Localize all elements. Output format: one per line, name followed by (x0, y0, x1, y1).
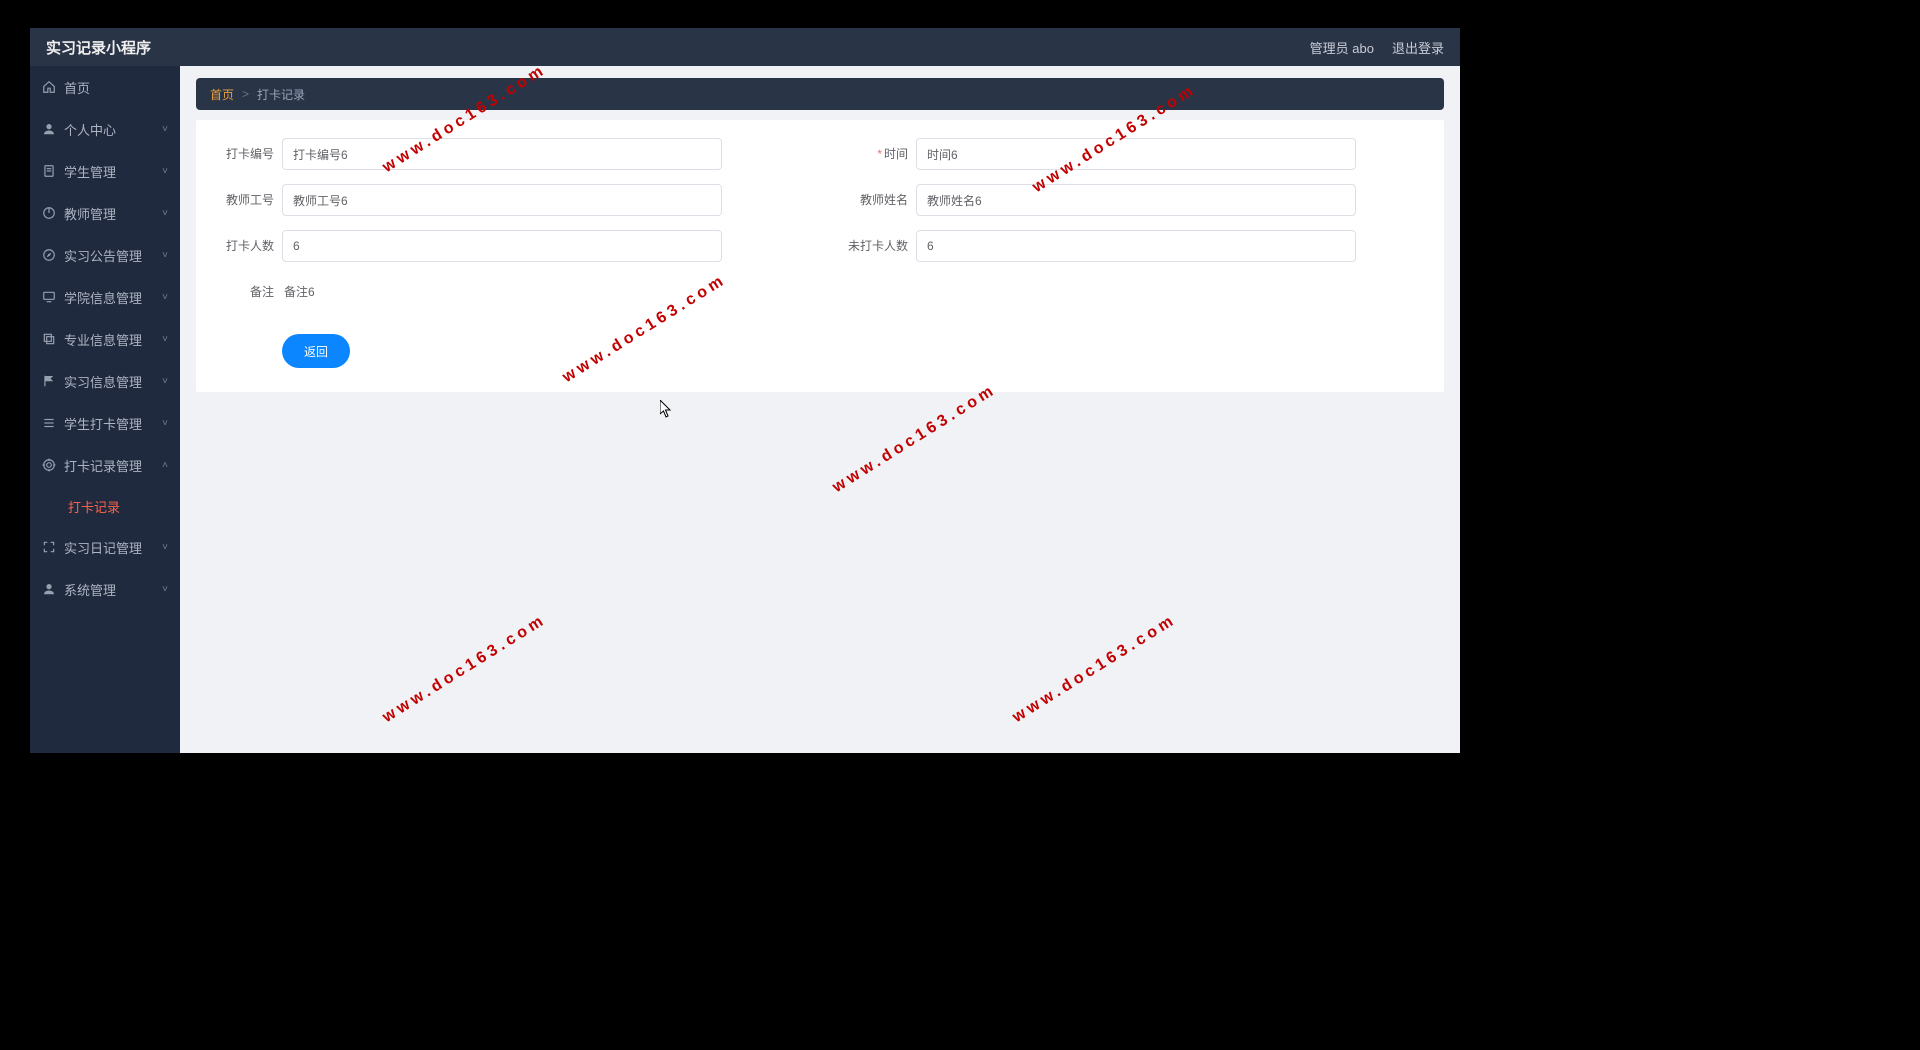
sidebar: 首页个人中心˅学生管理˅教师管理˅实习公告管理˅学院信息管理˅专业信息管理˅实习… (30, 66, 180, 753)
sidebar-item-1[interactable]: 个人中心˅ (30, 108, 180, 150)
sidebar-item-label: 专业信息管理 (64, 330, 162, 349)
header: 实习记录小程序 管理员 abo 退出登录 (30, 28, 1460, 66)
input-unchecked[interactable] (916, 230, 1356, 262)
label-record-no: 打卡编号 (206, 138, 282, 170)
sidebar-item-label: 首页 (64, 78, 168, 97)
sidebar-item-8[interactable]: 学生打卡管理˅ (30, 402, 180, 444)
breadcrumb-current: 打卡记录 (257, 86, 305, 103)
flag-icon (42, 374, 56, 388)
user-icon (42, 122, 56, 136)
logout-link[interactable]: 退出登录 (1392, 38, 1444, 57)
label-teacher-name: 教师姓名 (840, 184, 916, 216)
chevron-down-icon: ˅ (162, 124, 168, 135)
chevron-down-icon: ˅ (162, 376, 168, 387)
field-unchecked: 未打卡人数 (840, 230, 1434, 262)
person-icon (42, 582, 56, 596)
sidebar-item-3[interactable]: 教师管理˅ (30, 192, 180, 234)
input-record-no[interactable] (282, 138, 722, 170)
input-checked[interactable] (282, 230, 722, 262)
input-teacher-name[interactable] (916, 184, 1356, 216)
sidebar-item-11[interactable]: 系统管理˅ (30, 568, 180, 610)
sidebar-item-label: 学院信息管理 (64, 288, 162, 307)
return-button[interactable]: 返回 (282, 334, 350, 368)
chevron-down-icon: ˅ (162, 166, 168, 177)
field-teacher-id: 教师工号 (206, 184, 800, 216)
doc-icon (42, 164, 56, 178)
breadcrumb: 首页 > 打卡记录 (196, 78, 1444, 110)
value-remark: 备注6 (282, 276, 1434, 308)
sidebar-item-7[interactable]: 实习信息管理˅ (30, 360, 180, 402)
monitor-icon (42, 290, 56, 304)
app-title: 实习记录小程序 (46, 37, 151, 58)
main: 首页 > 打卡记录 打卡编号 *时间 教师工号 (180, 66, 1460, 753)
sidebar-item-4[interactable]: 实习公告管理˅ (30, 234, 180, 276)
field-remark: 备注 备注6 (206, 276, 1434, 308)
chevron-down-icon: ˅ (162, 418, 168, 429)
sidebar-item-5[interactable]: 学院信息管理˅ (30, 276, 180, 318)
chevron-down-icon: ˅ (162, 334, 168, 345)
admin-label[interactable]: 管理员 abo (1310, 38, 1374, 57)
sidebar-item-10[interactable]: 实习日记管理˅ (30, 526, 180, 568)
compass-icon (42, 248, 56, 262)
field-teacher-name: 教师姓名 (840, 184, 1434, 216)
copy-icon (42, 332, 56, 346)
sidebar-item-2[interactable]: 学生管理˅ (30, 150, 180, 192)
target-icon (42, 458, 56, 472)
form-card: 打卡编号 *时间 教师工号 教师姓名 (196, 120, 1444, 392)
sidebar-item-label: 系统管理 (64, 580, 162, 599)
sidebar-item-9[interactable]: 打卡记录管理˄ (30, 444, 180, 486)
input-teacher-id[interactable] (282, 184, 722, 216)
chevron-down-icon: ˅ (162, 584, 168, 595)
fullscreen-icon (42, 540, 56, 554)
label-checked: 打卡人数 (206, 230, 282, 262)
sidebar-item-label: 学生打卡管理 (64, 414, 162, 433)
chevron-down-icon: ˅ (162, 250, 168, 261)
field-record-no: 打卡编号 (206, 138, 800, 170)
sidebar-item-label: 教师管理 (64, 204, 162, 223)
sidebar-item-6[interactable]: 专业信息管理˅ (30, 318, 180, 360)
sidebar-item-label: 实习信息管理 (64, 372, 162, 391)
field-time: *时间 (840, 138, 1434, 170)
power-icon (42, 206, 56, 220)
breadcrumb-sep: > (242, 87, 249, 101)
breadcrumb-home[interactable]: 首页 (210, 86, 234, 103)
label-unchecked: 未打卡人数 (840, 230, 916, 254)
chevron-up-icon: ˄ (162, 460, 168, 471)
chevron-down-icon: ˅ (162, 292, 168, 303)
label-remark: 备注 (206, 276, 282, 308)
sidebar-item-label: 实习日记管理 (64, 538, 162, 557)
chevron-down-icon: ˅ (162, 208, 168, 219)
sidebar-item-label: 个人中心 (64, 120, 162, 139)
label-teacher-id: 教师工号 (206, 184, 282, 216)
label-time: *时间 (840, 138, 916, 170)
sidebar-subitem-active[interactable]: 打卡记录 (30, 486, 180, 526)
field-checked: 打卡人数 (206, 230, 800, 262)
chevron-down-icon: ˅ (162, 542, 168, 553)
sidebar-item-label: 实习公告管理 (64, 246, 162, 265)
sidebar-item-label: 打卡记录管理 (64, 456, 162, 475)
input-time[interactable] (916, 138, 1356, 170)
list-icon (42, 416, 56, 430)
sidebar-item-label: 学生管理 (64, 162, 162, 181)
sidebar-item-0[interactable]: 首页 (30, 66, 180, 108)
header-right: 管理员 abo 退出登录 (1310, 38, 1444, 57)
home-icon (42, 80, 56, 94)
